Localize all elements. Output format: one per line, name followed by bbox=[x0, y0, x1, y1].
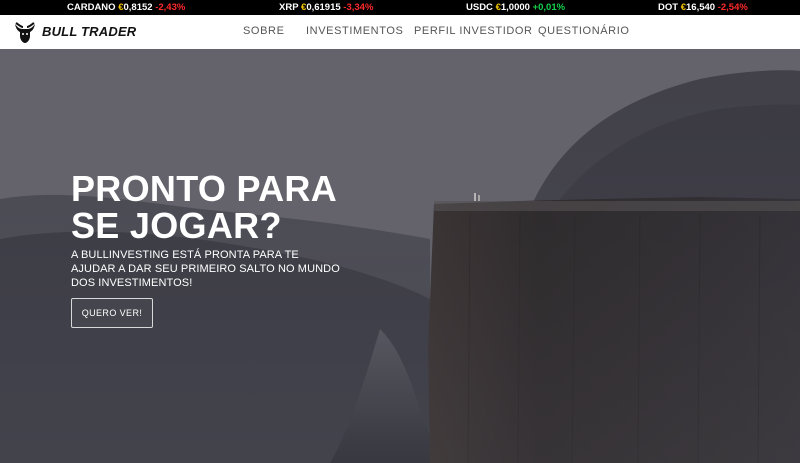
ticker-change: -3,34% bbox=[343, 2, 374, 13]
hero-title-line-2: SE JOGAR? bbox=[71, 205, 282, 246]
quero-ver-button[interactable]: QUERO VER! bbox=[71, 298, 153, 328]
ticker-symbol: USDC bbox=[466, 2, 493, 13]
bull-head-icon bbox=[15, 22, 35, 43]
ticker-price: 1,0000 bbox=[500, 2, 530, 13]
ticker-item-cardano: CARDANO €0,8152 -2,43% bbox=[67, 1, 185, 14]
ticker-change: -2,54% bbox=[717, 2, 748, 13]
ticker-item-usdc: USDC €1,0000 +0,01% bbox=[466, 1, 565, 14]
ticker-change: +0,01% bbox=[532, 2, 566, 13]
nav-item-questionario[interactable]: QUESTIONÁRIO bbox=[538, 25, 630, 37]
nav-item-perfil-investidor[interactable]: PERFIL INVESTIDOR bbox=[414, 25, 533, 37]
brand-logo[interactable]: BULL TRADER bbox=[12, 18, 136, 46]
ticker-symbol: XRP bbox=[279, 2, 299, 13]
brand-name: BULL TRADER bbox=[42, 24, 137, 39]
hero-section: PRONTO PARA SE JOGAR? A BULLINVESTING ES… bbox=[0, 49, 800, 463]
crypto-ticker-bar: CARDANO €0,8152 -2,43% XRP €0,61915 -3,3… bbox=[0, 0, 800, 15]
hero-subtitle: A BULLINVESTING ESTÁ PRONTA PARA TE AJUD… bbox=[71, 249, 340, 289]
main-navbar: BULL TRADER SOBRE INVESTIMENTOS PERFIL I… bbox=[0, 15, 800, 49]
ticker-item-dot: DOT €16,540 -2,54% bbox=[658, 1, 748, 14]
nav-item-investimentos[interactable]: INVESTIMENTOS bbox=[306, 25, 403, 37]
nav-item-sobre[interactable]: SOBRE bbox=[243, 25, 285, 37]
ticker-change: -2,43% bbox=[155, 2, 186, 13]
ticker-symbol: CARDANO bbox=[67, 2, 116, 13]
hero-title-line-1: PRONTO PARA bbox=[71, 168, 337, 209]
hero-title: PRONTO PARA SE JOGAR? bbox=[71, 170, 391, 244]
ticker-price: 0,8152 bbox=[123, 2, 153, 13]
ticker-item-xrp: XRP €0,61915 -3,34% bbox=[279, 1, 373, 14]
ticker-price: 16,540 bbox=[686, 2, 716, 13]
ticker-price: 0,61915 bbox=[306, 2, 341, 13]
ticker-symbol: DOT bbox=[658, 2, 679, 13]
